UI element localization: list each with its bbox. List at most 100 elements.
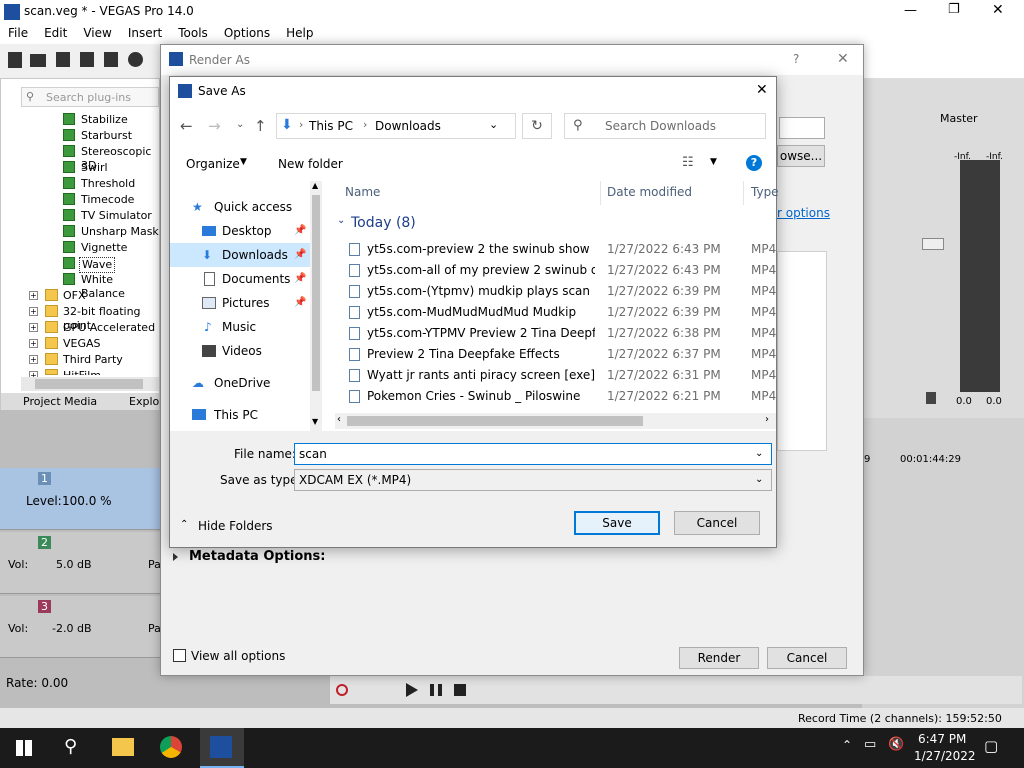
menu-options[interactable]: Options <box>216 24 278 40</box>
render-icon[interactable] <box>104 52 118 67</box>
maximize-button[interactable]: ❐ <box>948 2 960 17</box>
new-folder-button[interactable]: New folder <box>278 157 343 171</box>
notification-icon[interactable]: ▢ <box>984 737 998 755</box>
render-cancel-button[interactable]: Cancel <box>767 647 847 669</box>
folder-item[interactable]: HitFilm <box>63 369 101 375</box>
render-vscroll[interactable] <box>849 77 863 633</box>
record-icon[interactable] <box>336 684 348 696</box>
plugin-search-box[interactable]: ⚲ Search plug-ins <box>21 87 159 107</box>
volume-muted-icon[interactable]: 🔇 <box>888 737 904 752</box>
save-button[interactable]: Save <box>574 511 660 535</box>
search-downloads-box[interactable]: ⚲ Search Downloads <box>564 113 766 139</box>
folder-item[interactable]: Third Party <box>63 353 123 367</box>
network-icon[interactable]: ▭ <box>864 737 876 752</box>
save-close-button[interactable]: ✕ <box>756 82 768 98</box>
file-row[interactable]: yt5s.com-(Ytpmv) mudkip plays scan 1/27/2… <box>335 281 776 302</box>
expand-icon[interactable]: + <box>29 355 38 364</box>
file-row[interactable]: Preview 2 Tina Deepfake Effects 1/27/2022… <box>335 344 776 365</box>
chrome-icon[interactable] <box>160 736 182 758</box>
cancel-button[interactable]: Cancel <box>674 511 760 535</box>
column-date-modified[interactable]: Date modified <box>607 185 692 199</box>
column-divider[interactable] <box>743 181 744 205</box>
nav-this-pc[interactable]: This PC <box>170 403 310 427</box>
file-row[interactable]: yt5s.com-all of my preview 2 swinub dee.… <box>335 260 776 281</box>
back-arrow-icon[interactable]: ← <box>180 117 193 135</box>
file-hscroll[interactable]: ‹ › <box>335 413 776 429</box>
file-explorer-icon[interactable] <box>112 738 134 756</box>
address-bar[interactable]: ⬇ › This PC › Downloads ⌄ <box>276 113 516 139</box>
organize-button[interactable]: Organize <box>186 157 240 171</box>
column-divider[interactable] <box>600 181 601 205</box>
new-file-icon[interactable] <box>8 52 22 68</box>
pause-icon[interactable] <box>430 684 442 696</box>
view-all-checkbox[interactable] <box>173 649 186 662</box>
nav-music[interactable]: ♪ Music <box>170 315 310 339</box>
menu-file[interactable]: File <box>0 24 36 40</box>
save-as-icon[interactable] <box>80 52 94 67</box>
lock-icon[interactable] <box>926 392 936 404</box>
plugin-item[interactable]: Swirl <box>81 161 108 175</box>
forward-arrow-icon[interactable]: → <box>208 117 221 135</box>
plugin-item[interactable]: Unsharp Mask <box>81 225 159 239</box>
clock-date[interactable]: 1/27/2022 <box>914 749 976 763</box>
open-folder-icon[interactable] <box>30 54 46 67</box>
plugin-item[interactable]: Threshold <box>81 177 135 191</box>
render-options-link[interactable]: r options <box>777 206 830 220</box>
settings-icon[interactable] <box>128 52 143 67</box>
plugin-item[interactable]: Starburst <box>81 129 132 143</box>
close-button[interactable]: ✕ <box>992 2 1004 18</box>
group-collapse-icon[interactable]: ⌄ <box>337 215 345 226</box>
clock-time[interactable]: 6:47 PM <box>918 732 966 746</box>
file-name-dropdown-icon[interactable]: ⌄ <box>755 444 763 464</box>
nav-vscroll[interactable]: ▲ ▼ <box>310 181 322 431</box>
nav-pictures[interactable]: Pictures 📌 <box>170 291 310 315</box>
scroll-right-icon[interactable]: › <box>765 414 769 425</box>
tray-chevron-icon[interactable]: ⌃ <box>842 738 852 752</box>
nav-downloads[interactable]: ⬇ Downloads 📌 <box>170 243 310 267</box>
master-fader[interactable] <box>922 238 944 250</box>
save-type-select[interactable]: XDCAM EX (*.MP4) ⌄ <box>294 469 772 491</box>
file-row[interactable]: Pokemon Cries - Swinub _ Piloswine 1/27/2… <box>335 386 776 407</box>
search-icon[interactable]: ⚲ <box>64 736 77 757</box>
windows-start-icon[interactable] <box>16 740 32 756</box>
column-name[interactable]: Name <box>345 185 380 199</box>
file-row[interactable]: yt5s.com-MudMudMudMud Mudkip 1/27/2022 6:… <box>335 302 776 323</box>
save-type-dropdown-icon[interactable]: ⌄ <box>755 470 763 490</box>
tab-project-media[interactable]: Project Media <box>23 395 97 408</box>
plugin-item[interactable]: TV Simulator <box>81 209 152 223</box>
scroll-down-icon[interactable]: ▼ <box>312 417 318 426</box>
menu-insert[interactable]: Insert <box>120 24 170 40</box>
play-icon[interactable] <box>406 683 418 697</box>
nav-documents[interactable]: Documents 📌 <box>170 267 310 291</box>
file-row[interactable]: yt5s.com-YTPMV Preview 2 Tina Deepfak...… <box>335 323 776 344</box>
render-button[interactable]: Render <box>679 647 759 669</box>
hide-folders-icon[interactable]: ⌃ <box>180 519 188 530</box>
nav-quick-access[interactable]: ★ Quick access <box>170 195 310 219</box>
refresh-button[interactable]: ↻ <box>522 113 552 139</box>
column-type[interactable]: Type <box>751 185 779 199</box>
scroll-left-icon[interactable]: ‹ <box>337 414 341 425</box>
recent-locations-icon[interactable]: ⌄ <box>236 119 244 130</box>
nav-videos[interactable]: Videos <box>170 339 310 363</box>
stop-icon[interactable] <box>454 684 466 696</box>
plugin-item[interactable]: Timecode <box>81 193 134 207</box>
help-button[interactable]: ? <box>746 155 762 171</box>
browse-button[interactable]: owse... <box>777 145 825 167</box>
hide-folders-button[interactable]: Hide Folders <box>198 519 273 533</box>
vegas-taskbar-icon[interactable] <box>200 728 244 768</box>
up-arrow-icon[interactable]: ↑ <box>254 117 267 135</box>
file-name-input[interactable]: scan ⌄ <box>294 443 772 465</box>
render-help-button[interactable]: ? <box>793 52 799 66</box>
file-row[interactable]: yt5s.com-preview 2 the swinub show 1/27/2… <box>335 239 776 260</box>
folder-item[interactable]: GPU Accelerated <box>63 321 155 335</box>
group-header[interactable]: Today (8) <box>351 215 416 231</box>
render-close-button[interactable]: ✕ <box>837 51 849 67</box>
menu-view[interactable]: View <box>75 24 119 40</box>
view-options-icon[interactable]: ☷ <box>682 155 694 170</box>
plugin-hscroll[interactable] <box>21 377 159 391</box>
track-1[interactable]: 1 Level: 100.0 % <box>0 468 160 530</box>
plugin-item[interactable]: Vignette <box>81 241 127 255</box>
save-icon[interactable] <box>56 52 70 67</box>
breadcrumb-downloads[interactable]: Downloads <box>375 119 441 133</box>
expand-icon[interactable]: + <box>29 291 38 300</box>
